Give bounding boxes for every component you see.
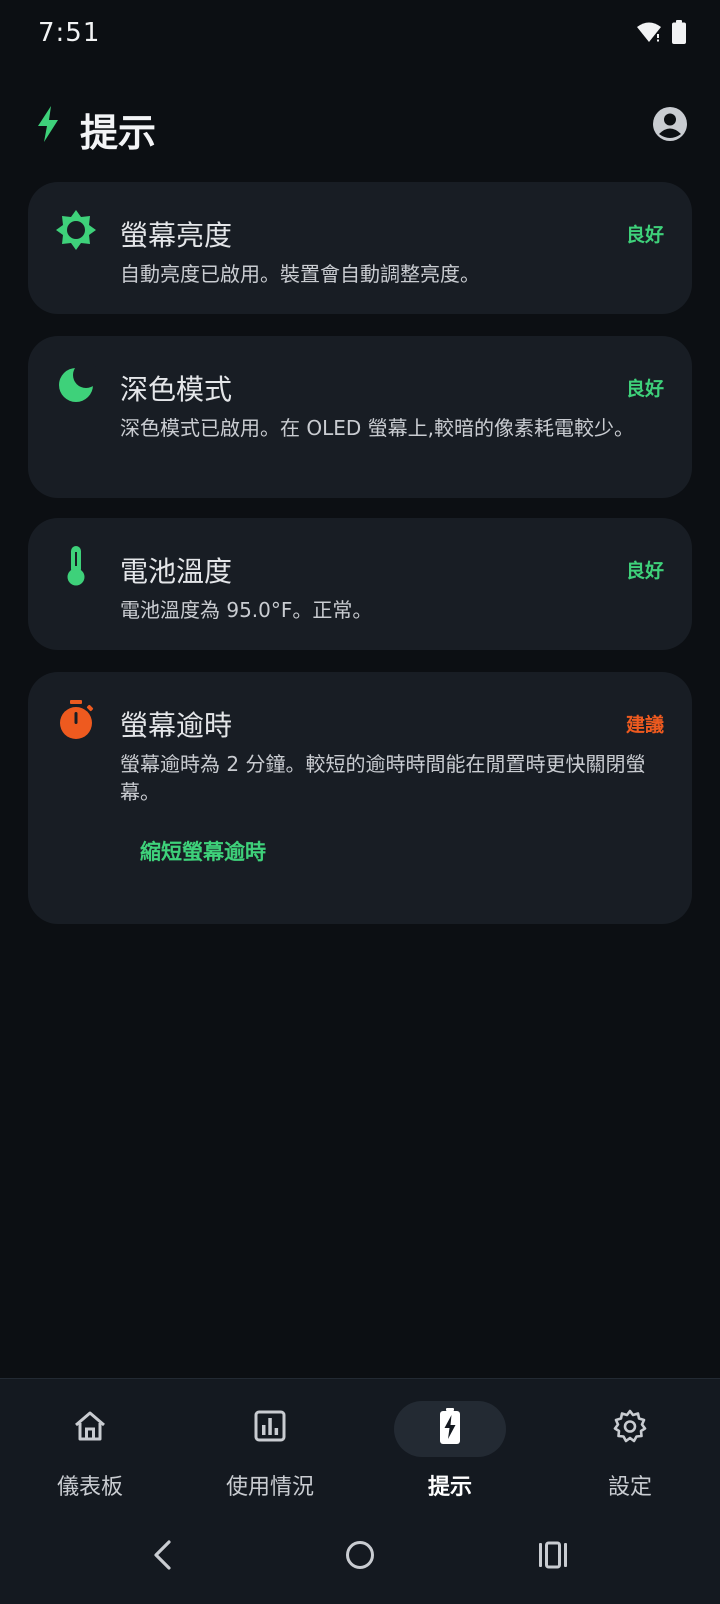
bolt-icon	[36, 106, 60, 146]
nav-label: 設定	[607, 1475, 652, 1500]
status-badge: 建議	[625, 714, 664, 736]
tip-description: 自動亮度已啟用。裝置會自動調整亮度。	[120, 262, 480, 286]
tip-title: 深色模式	[120, 373, 233, 406]
home-icon	[60, 1401, 120, 1451]
nav-label: 提示	[427, 1475, 472, 1500]
nav-label: 儀表板	[56, 1475, 123, 1500]
brightness-icon	[56, 210, 96, 250]
account-circle-icon	[652, 107, 688, 146]
tip-title: 電池溫度	[120, 555, 233, 588]
page-title: 提示	[80, 111, 157, 155]
bottom-navigation: 儀表板 使用情況 提示 設定	[0, 1378, 720, 1507]
tip-title: 螢幕亮度	[120, 219, 233, 252]
home-button-icon[interactable]	[345, 1540, 375, 1574]
shorten-timeout-button[interactable]: 縮短螢幕逾時	[140, 836, 266, 866]
moon-icon	[56, 362, 99, 404]
thermometer-icon	[56, 546, 96, 586]
nav-item-dashboard[interactable]: 儀表板	[0, 1379, 180, 1507]
status-badge: 良好	[625, 378, 664, 400]
recents-icon[interactable]	[538, 1540, 568, 1574]
tip-card-screen-timeout: 螢幕逾時 建議 螢幕逾時為 2 分鐘。較短的逾時時間能在閒置時更快關閉螢幕。 縮…	[28, 672, 692, 924]
wifi-icon	[636, 21, 662, 47]
tip-description: 深色模式已啟用。在 OLED 螢幕上,較暗的像素耗電較少。	[120, 416, 634, 440]
tip-description: 電池溫度為 95.0°F。正常。	[120, 598, 373, 622]
status-bar: 7:51	[0, 0, 720, 72]
nav-label: 使用情況	[225, 1475, 314, 1500]
gear-icon	[600, 1401, 660, 1451]
back-icon[interactable]	[152, 1540, 174, 1574]
status-badge: 良好	[625, 560, 664, 582]
status-badge: 良好	[625, 224, 664, 246]
account-button[interactable]	[652, 106, 692, 146]
tip-card-battery-temperature: 電池溫度 良好 電池溫度為 95.0°F。正常。	[28, 518, 692, 650]
system-navigation-bar	[0, 1506, 720, 1604]
tip-description: 螢幕逾時為 2 分鐘。較短的逾時時間能在閒置時更快關閉螢幕。	[120, 752, 646, 804]
tip-card-dark-mode: 深色模式 良好 深色模式已啟用。在 OLED 螢幕上,較暗的像素耗電較少。	[28, 336, 692, 498]
nav-item-tips[interactable]: 提示	[360, 1379, 540, 1507]
tip-card-brightness: 螢幕亮度 良好 自動亮度已啟用。裝置會自動調整亮度。	[28, 182, 692, 314]
status-time: 7:51	[38, 18, 101, 48]
timer-icon	[56, 700, 96, 740]
chart-icon	[240, 1401, 300, 1451]
tip-title: 螢幕逾時	[120, 709, 233, 742]
battery-bolt-icon	[420, 1401, 480, 1451]
nav-item-usage[interactable]: 使用情況	[180, 1379, 360, 1507]
battery-icon	[672, 20, 686, 48]
nav-item-settings[interactable]: 設定	[540, 1379, 720, 1507]
status-icons	[636, 20, 686, 48]
app-header: 提示	[0, 96, 720, 160]
